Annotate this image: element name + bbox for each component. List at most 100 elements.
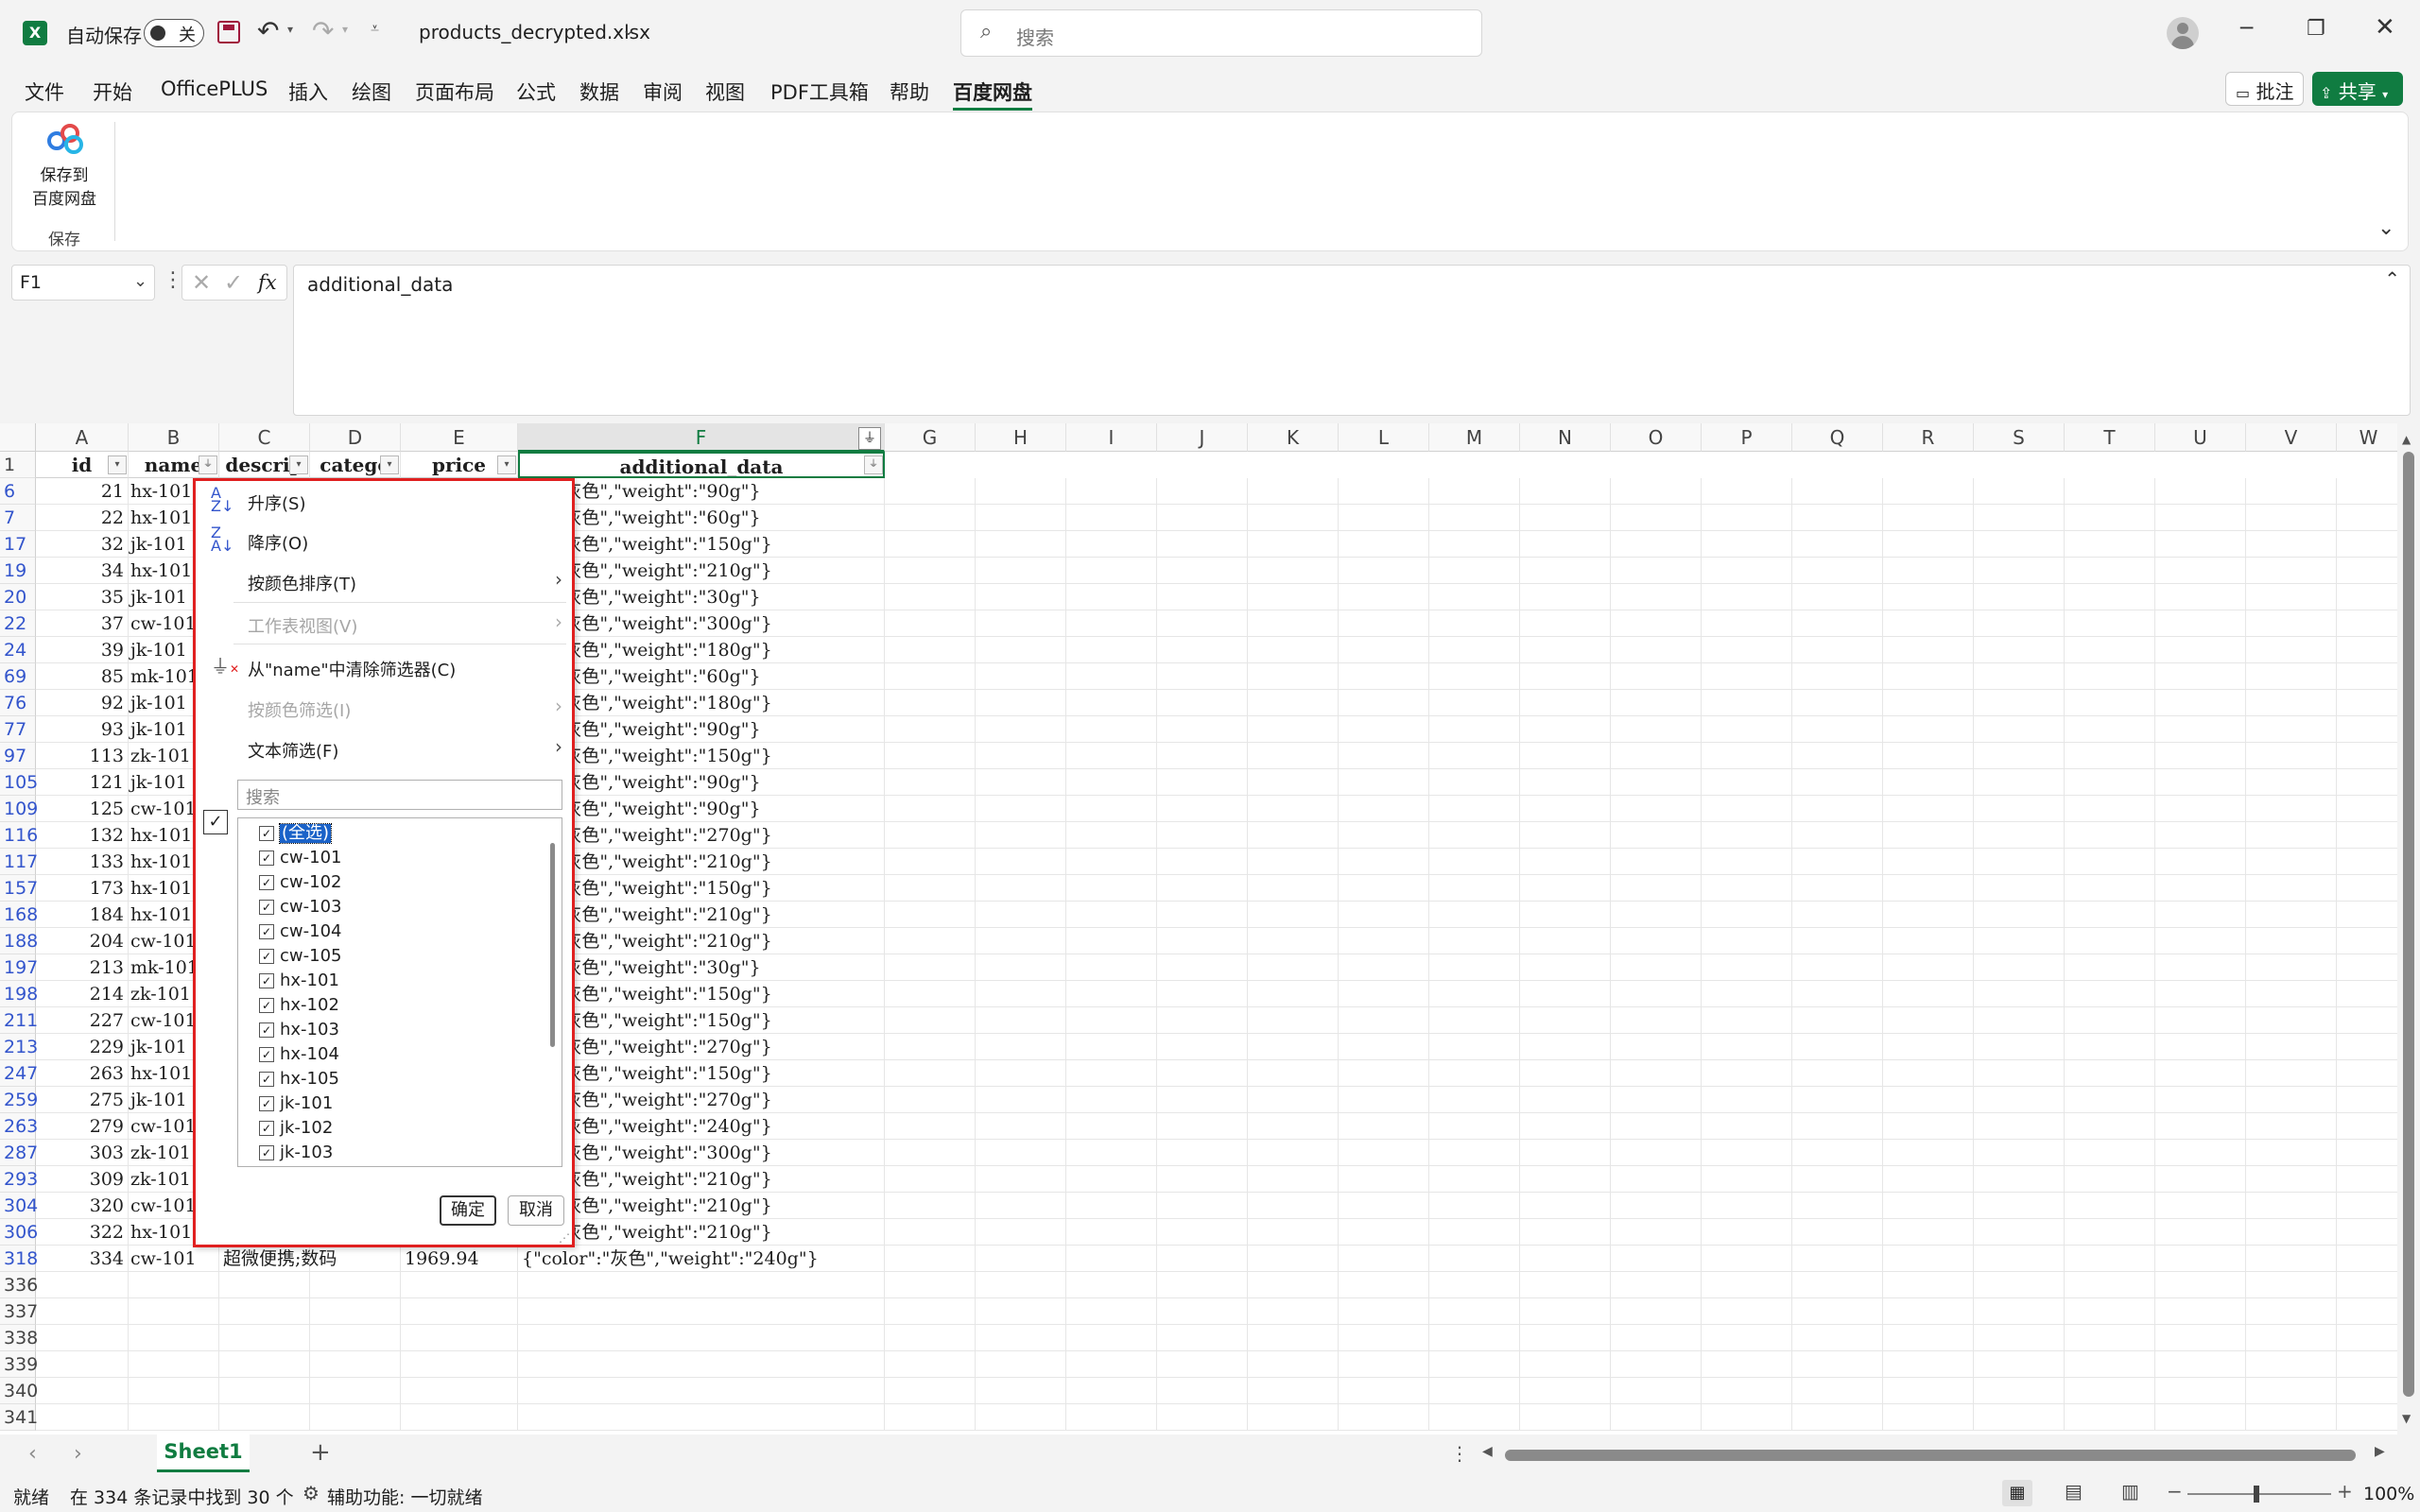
cell[interactable] — [976, 928, 1066, 954]
cell[interactable] — [2337, 1166, 2401, 1193]
accessibility-status[interactable]: 辅助功能: 一切就绪 — [327, 1484, 482, 1509]
cell[interactable] — [1339, 902, 1429, 928]
cell[interactable] — [2337, 1113, 2401, 1140]
cell[interactable] — [2246, 796, 2337, 822]
menu-formulas[interactable]: 公式 — [516, 77, 556, 106]
cell[interactable] — [1792, 743, 1883, 769]
cell[interactable] — [1429, 1007, 1520, 1034]
cell[interactable] — [1066, 1113, 1157, 1140]
cell[interactable] — [1611, 1034, 1702, 1060]
cell[interactable] — [1066, 610, 1157, 637]
cell-id[interactable]: 32 — [36, 531, 129, 558]
menu-data[interactable]: 数据 — [579, 77, 619, 106]
cell[interactable] — [1792, 1246, 1883, 1272]
cell[interactable] — [885, 1272, 976, 1298]
menu-pdf-tools[interactable]: PDF工具箱 — [770, 77, 869, 106]
cell[interactable] — [1339, 1166, 1429, 1193]
cell[interactable] — [36, 1378, 129, 1404]
cell[interactable] — [885, 716, 976, 743]
cell[interactable] — [1883, 796, 1974, 822]
cell-id[interactable]: 21 — [36, 478, 129, 505]
row-header[interactable]: 341 — [0, 1404, 38, 1431]
cell[interactable] — [401, 1272, 518, 1298]
column-header-w[interactable]: W — [2337, 423, 2401, 452]
cell-id[interactable]: 275 — [36, 1087, 129, 1113]
cell-id[interactable]: 229 — [36, 1034, 129, 1060]
cell[interactable] — [1792, 954, 1883, 981]
cell[interactable] — [1339, 637, 1429, 663]
row-header[interactable]: 339 — [0, 1351, 38, 1378]
cell[interactable] — [1883, 1298, 1974, 1325]
cell[interactable] — [976, 610, 1066, 637]
column-header-o[interactable]: O — [1611, 423, 1702, 452]
cell[interactable] — [36, 1325, 129, 1351]
cell[interactable] — [1429, 1140, 1520, 1166]
cell[interactable] — [129, 1298, 219, 1325]
cell[interactable] — [1248, 849, 1339, 875]
cell[interactable] — [976, 1404, 1066, 1431]
cell-id[interactable]: 227 — [36, 1007, 129, 1034]
name-box[interactable]: F1 ⌄ — [11, 265, 155, 301]
cell[interactable] — [1792, 478, 1883, 505]
select-all-corner[interactable] — [0, 423, 36, 452]
cell[interactable] — [1611, 690, 1702, 716]
cell[interactable] — [2065, 478, 2155, 505]
cell[interactable] — [1974, 610, 2065, 637]
cell[interactable] — [1066, 769, 1157, 796]
cell[interactable] — [1339, 531, 1429, 558]
restore-icon[interactable]: ❐ — [2307, 17, 2325, 41]
cell[interactable] — [2155, 849, 2246, 875]
cell[interactable] — [1157, 743, 1248, 769]
cell[interactable] — [885, 531, 976, 558]
cell[interactable] — [1339, 663, 1429, 690]
cell-name[interactable]: cw-101 — [129, 1246, 219, 1272]
cell[interactable] — [1611, 558, 1702, 584]
cell[interactable] — [518, 1325, 885, 1351]
cell[interactable] — [2065, 1087, 2155, 1113]
cell[interactable] — [1883, 769, 1974, 796]
cell[interactable] — [1792, 584, 1883, 610]
cell[interactable] — [1883, 1034, 1974, 1060]
cell[interactable] — [976, 822, 1066, 849]
cell[interactable] — [1066, 1166, 1157, 1193]
filter-value-label[interactable]: cw-101 — [280, 849, 341, 868]
cell[interactable] — [1883, 1113, 1974, 1140]
cell[interactable] — [1066, 1087, 1157, 1113]
cell[interactable] — [1429, 822, 1520, 849]
cell[interactable] — [1066, 954, 1157, 981]
cell-id[interactable]: 39 — [36, 637, 129, 663]
cell[interactable] — [885, 1166, 976, 1193]
cell[interactable] — [2065, 505, 2155, 531]
cell-id[interactable]: 279 — [36, 1113, 129, 1140]
cell[interactable] — [1248, 558, 1339, 584]
autosave-toggle[interactable]: 关 — [144, 19, 204, 47]
cell[interactable] — [1429, 743, 1520, 769]
cell[interactable] — [1429, 769, 1520, 796]
cell[interactable] — [2155, 1351, 2246, 1378]
cell[interactable] — [1883, 610, 1974, 637]
column-header-d[interactable]: D — [310, 423, 401, 452]
row-header[interactable]: 188 — [0, 928, 38, 954]
cell[interactable] — [885, 954, 976, 981]
cell[interactable] — [2337, 822, 2401, 849]
cell[interactable] — [401, 1351, 518, 1378]
cell[interactable] — [885, 1193, 976, 1219]
cell[interactable] — [1702, 531, 1792, 558]
cell[interactable] — [1702, 1007, 1792, 1034]
filter-value-label[interactable]: jk-103 — [280, 1143, 333, 1162]
cell-id[interactable]: 93 — [36, 716, 129, 743]
cell[interactable] — [1339, 1140, 1429, 1166]
cell[interactable] — [2065, 663, 2155, 690]
cell[interactable] — [1611, 1140, 1702, 1166]
cell[interactable] — [976, 1007, 1066, 1034]
cell[interactable] — [2155, 902, 2246, 928]
row-header[interactable]: 17 — [0, 531, 36, 558]
menu-home[interactable]: 开始 — [93, 77, 132, 106]
cell[interactable] — [1429, 849, 1520, 875]
cell[interactable] — [2246, 902, 2337, 928]
cell[interactable] — [2065, 637, 2155, 663]
cell[interactable] — [1974, 796, 2065, 822]
cell[interactable] — [2155, 584, 2246, 610]
cell[interactable] — [1611, 505, 1702, 531]
cell[interactable] — [885, 875, 976, 902]
